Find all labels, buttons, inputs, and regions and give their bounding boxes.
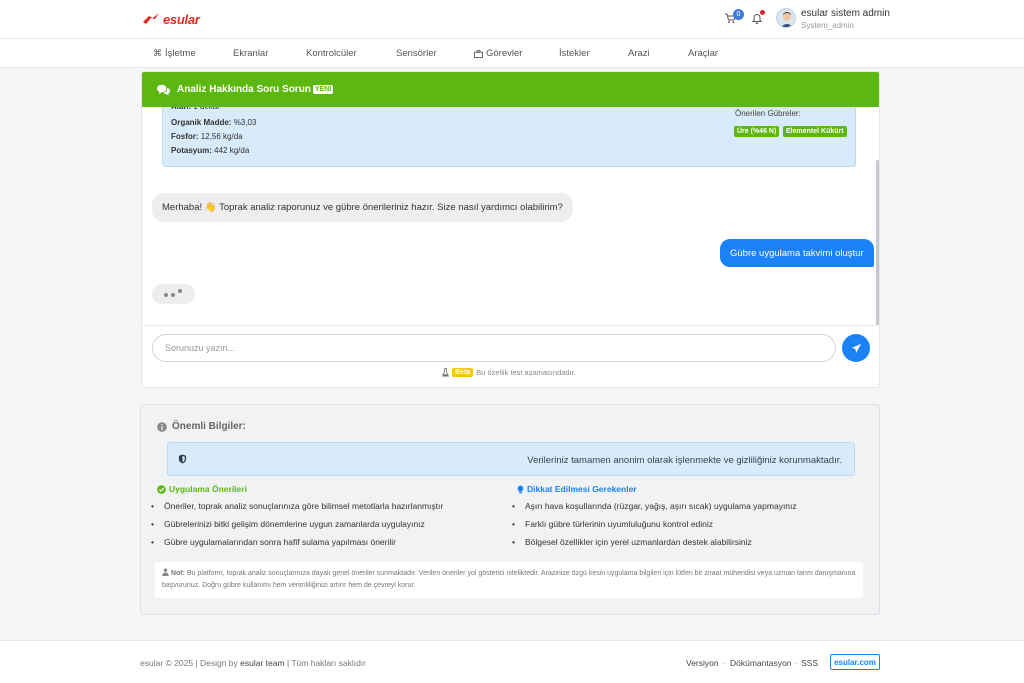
chat-card: Alan: 1 dekar Organik Madde: %3,03 Fosfo… [141,71,880,388]
footer-separator: · [722,658,725,668]
beta-badge: Beta [452,368,474,377]
lightbulb-icon [517,485,524,493]
footer-site-button[interactable]: esular.com [830,654,880,670]
note-text: Bu platform, toprak analiz sonuçlarınıza… [162,570,856,589]
warnings-title: Dikkat Edilmesi Gerekenler [517,484,637,494]
privacy-box: Verileriniz tamamen anonim olarak işlenm… [167,442,855,476]
info-card: Önemli Bilgiler: Verileriniz tamamen ano… [140,404,880,615]
list-item: Gübre uygulamalarından sonra hafif sulam… [151,537,396,547]
shield-icon [178,454,187,464]
soil-report-box: Alan: 1 dekar Organik Madde: %3,03 Fosfo… [162,100,856,167]
typing-indicator [152,284,195,304]
note-box: Not: Bu platform, toprak analiz sonuçlar… [155,562,863,598]
privacy-text: Verileriniz tamamen anonim olarak işlenm… [527,455,842,466]
footer-link-documentation[interactable]: Dökümantasyon [730,658,791,668]
nav-item-isletme[interactable]: ⌘ İşletme [153,48,196,59]
user-avatar-icon [780,12,794,27]
logo-text: esular [163,11,200,27]
nav-item-istekler[interactable]: İstekler [559,48,590,59]
report-phosphorus: Fosfor: 12,56 kg/da [171,132,243,141]
typing-dot [171,293,175,297]
report-potassium: Potasyum: 442 kg/da [171,146,250,155]
logo-mark-icon [143,13,159,24]
list-item: Farklı gübre türlerinin uyumluluğunu kon… [512,519,713,529]
send-icon [851,343,861,353]
list-item: Aşırı hava koşullarında (rüzgar, yağış, … [512,501,797,511]
chat-header: Analiz Hakkında Soru Sorun YENİ [142,72,879,107]
list-item: Öneriler, toprak analiz sonuçlarınıza gö… [151,501,443,511]
fertilizer-tag: Üre (%46 N) [734,126,780,137]
user-message: Gübre uygulama takvimi oluştur [720,239,874,267]
command-icon: ⌘ [153,48,162,58]
user-role: System_admin [801,21,854,30]
main-nav: ⌘ İşletme Ekranlar Kontrolcüler Sensörle… [0,39,1024,68]
footer-copyright: esular © 2025 | Design by esular team | … [140,658,367,668]
note-label: Not: [170,570,185,577]
user-tie-icon [162,568,169,576]
recommended-fertilizers-title: Önerilen Gübreler: [735,109,801,118]
nav-item-sensorler[interactable]: Sensörler [396,48,437,59]
beta-text: Bu özellik test aşamasındadır. [476,368,576,377]
chat-scrollbar[interactable] [876,160,879,325]
info-title: Önemli Bilgiler: [157,421,246,432]
new-badge: YENİ [312,85,334,94]
chat-divider [142,325,879,326]
send-button[interactable] [842,334,870,362]
chat-bubbles-icon [157,84,170,95]
logo[interactable]: esular [141,9,200,29]
list-item: Gübrelerinizi bitki gelişim dönemlerine … [151,519,425,529]
nav-item-kontrolculer[interactable]: Kontrolcüler [306,48,357,59]
top-bar: esular 0 esular sistem admin System_admi… [0,0,1024,39]
footer-link-faq[interactable]: SSS [801,658,818,668]
cart-count-badge: 0 [733,9,744,20]
nav-item-gorevler[interactable]: Görevler [474,48,522,59]
briefcase-icon [474,49,483,58]
avatar[interactable] [776,8,796,28]
chat-title: Analiz Hakkında Soru Sorun [177,84,311,95]
user-name[interactable]: esular sistem admin [801,8,890,19]
report-organic: Organik Madde: %3,03 [171,118,257,127]
footer-team-link[interactable]: esular team [240,658,284,668]
footer: esular © 2025 | Design by esular team | … [0,640,1024,683]
nav-item-ekranlar[interactable]: Ekranlar [233,48,268,59]
check-circle-icon [157,484,166,494]
beta-notice: Beta Bu özellik test aşamasındadır. [442,368,576,377]
fertilizer-tag: Elementel Kükürt [783,126,847,137]
nav-item-araclar[interactable]: Araçlar [688,48,718,59]
chat-input[interactable] [152,334,836,362]
typing-dot [164,293,168,297]
info-circle-icon [157,421,167,432]
notification-dot [760,10,765,15]
flask-icon [442,368,449,377]
list-item: Bölgesel özellikler için yerel uzmanlard… [512,537,752,547]
recommendations-title: Uygulama Önerileri [157,484,247,494]
nav-item-arazi[interactable]: Arazi [628,48,650,59]
bot-message: Merhaba! 👋 Toprak analiz raporunuz ve gü… [152,193,573,222]
footer-link-versiyon[interactable]: Versiyon [686,658,719,668]
typing-dot [178,289,182,293]
footer-separator: · [794,658,797,668]
